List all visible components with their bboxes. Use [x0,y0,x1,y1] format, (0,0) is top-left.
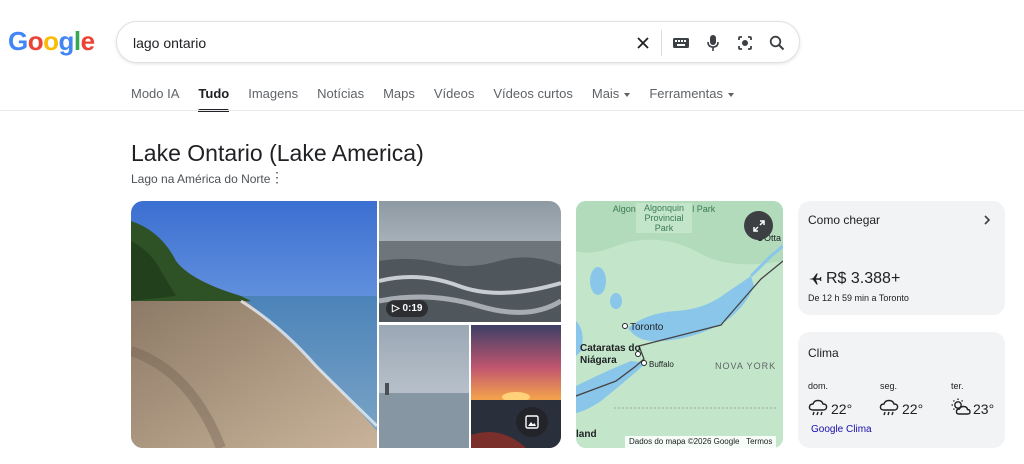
more-options-icon[interactable]: ⋮ [270,170,284,186]
tab-imagens[interactable]: Imagens [248,86,298,110]
map-label-park: Algonquin Provincial Park [636,203,692,233]
tab-label: Tudo [198,86,230,101]
rain-cloud-icon [808,399,828,417]
logo-letter: l [73,26,81,56]
partly-sunny-icon [951,398,971,416]
tab-label: Maps [383,86,415,101]
chevron-down-icon [624,92,631,97]
tab-videos-curtos[interactable]: Vídeos curtos [493,86,573,110]
clear-icon[interactable] [631,31,655,55]
flight-detail: De 12 h 59 min a Toronto [808,293,909,303]
search-tabs: Modo IA Tudo Imagens Notícias Maps Vídeo… [131,86,753,112]
search-divider [661,30,662,56]
microphone-icon[interactable] [701,31,725,55]
weather-temp: 22° [902,401,924,417]
weather-temp: 22° [831,401,853,417]
logo-letter: e [80,26,95,56]
sunset-photo[interactable] [471,325,561,448]
weather-day: ter. [951,381,964,391]
keyboard-icon[interactable] [669,31,693,55]
map-label-ny: NOVA YORK [715,361,776,371]
tab-maps[interactable]: Maps [383,86,415,110]
search-icon[interactable] [765,31,789,55]
map-label-cataratas: Cataratas do Niágara [580,343,641,366]
map-label-buffalo: Buffalo [649,360,674,369]
logo-letter: o [43,26,59,56]
tab-videos[interactable]: Vídeos [434,86,474,110]
tab-label: Mais [591,86,620,101]
airplane-icon [808,272,822,286]
tab-label: Imagens [248,86,299,101]
search-input[interactable] [133,32,613,54]
tab-noticias[interactable]: Notícias [317,86,364,110]
lake-calm-photo[interactable] [379,325,469,448]
weather-temp: 23° [973,401,995,417]
panel-title: Lake Ontario (Lake America) [131,140,424,166]
beach-photo[interactable] [131,201,377,448]
google-logo[interactable]: Google [8,26,95,57]
tab-modo-ia[interactable]: Modo IA [131,86,179,110]
map-terms-link[interactable]: Termos [746,437,772,446]
map-label-land: land [576,429,597,440]
logo-letter: o [27,26,44,56]
map-label-toronto: Toronto [630,322,664,333]
tab-tudo[interactable]: Tudo [198,86,230,112]
tab-label: Modo IA [131,86,180,101]
header-divider [0,110,1024,111]
search-box [116,21,800,63]
flight-price: R$ 3.388+ [826,270,901,287]
logo-letter: g [58,26,75,56]
weather-day: dom. [808,381,829,391]
tab-label: Notícias [317,86,365,101]
google-weather-link[interactable]: Google Clima [811,424,872,435]
logo-letter: G [8,26,28,56]
map-attribution: Dados do mapa ©2026 Google Termos [625,436,777,448]
tab-label: Vídeos [433,86,475,101]
tab-label: Vídeos curtos [493,86,573,101]
tab-mais[interactable]: Mais [591,86,631,110]
chevron-down-icon [728,92,735,97]
video-duration: 0:19 [402,303,423,314]
lens-camera-icon[interactable] [733,31,757,55]
video-duration-badge: ▷ 0:19 [386,300,429,317]
weather-title: Clima [808,346,839,360]
directions-title: Como chegar [808,213,881,227]
expand-map-icon[interactable] [744,211,773,240]
map-data-credit: Dados do mapa ©2026 Google [629,437,740,446]
rain-cloud-icon [879,399,899,417]
weather-day: seg. [880,381,898,391]
panel-subtitle: Lago na América do Norte [131,172,271,186]
tab-label: Ferramentas [649,86,724,101]
chevron-right-icon[interactable] [982,213,992,225]
image-gallery-icon[interactable] [516,407,548,437]
tab-ferramentas[interactable]: Ferramentas [649,86,735,110]
